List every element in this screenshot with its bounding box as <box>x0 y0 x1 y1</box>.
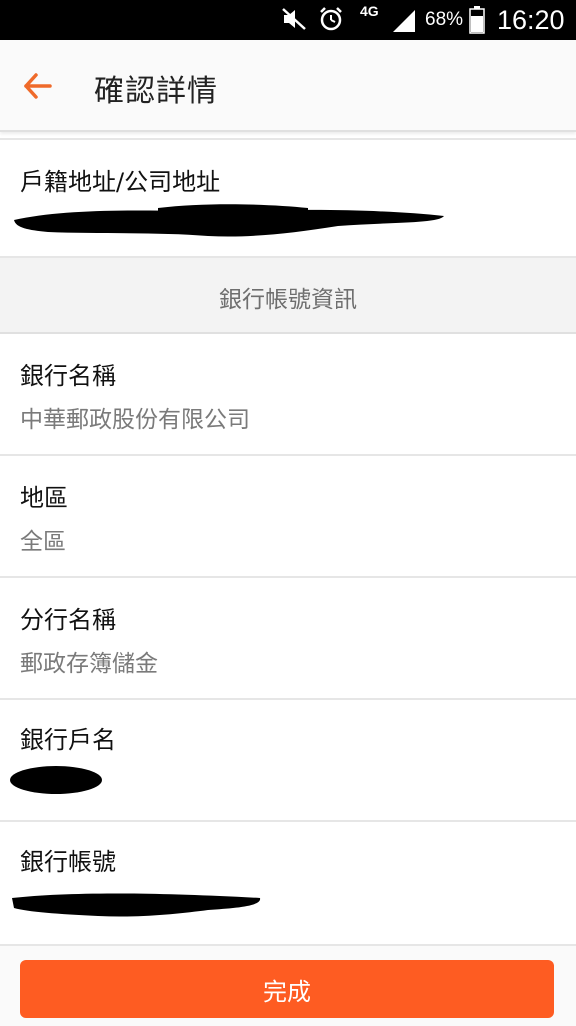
redaction-mark <box>12 893 261 917</box>
account-number-row: 銀行帳號 <box>0 822 576 944</box>
region-label: 地區 <box>20 484 68 512</box>
account-number-label: 銀行帳號 <box>20 848 116 876</box>
bank-name-row: 銀行名稱 中華郵政股份有限公司 <box>0 334 576 456</box>
bank-name-value: 中華郵政股份有限公司 <box>20 407 250 433</box>
address-label: 戶籍地址/公司地址 <box>20 168 221 196</box>
bank-section-header: 銀行帳號資訊 <box>0 258 576 334</box>
address-row: 戶籍地址/公司地址 <box>0 138 576 258</box>
branch-row: 分行名稱 郵政存簿儲金 <box>0 578 576 700</box>
account-holder-label: 銀行戶名 <box>20 726 116 754</box>
bank-name-label: 銀行名稱 <box>20 362 116 390</box>
alarm-icon <box>320 7 342 31</box>
mute-icon <box>282 8 306 30</box>
status-bar: 4G 68% 16:20 <box>0 0 576 40</box>
region-row: 地區 全區 <box>0 456 576 578</box>
redaction-mark <box>14 204 444 237</box>
battery-percent: 68% <box>425 9 464 30</box>
details-list: 戶籍地址/公司地址 銀行帳號資訊 銀行名稱 中華郵政股份有限公司 地區 全區 分… <box>0 138 576 944</box>
branch-value: 郵政存簿儲金 <box>20 651 158 677</box>
region-value: 全區 <box>20 529 66 555</box>
signal-icon <box>393 10 415 32</box>
done-button[interactable]: 完成 <box>20 960 554 1018</box>
bottom-action-bar: 完成 <box>0 944 576 1026</box>
battery-icon <box>469 6 485 34</box>
app-bar: 確認詳情 <box>0 40 576 132</box>
bank-section-title: 銀行帳號資訊 <box>219 287 357 313</box>
branch-label: 分行名稱 <box>20 606 116 634</box>
page-title: 確認詳情 <box>94 74 218 109</box>
account-holder-row: 銀行戶名 <box>0 700 576 822</box>
clock: 16:20 <box>497 5 565 35</box>
network-4g-icon: 4G <box>360 3 379 19</box>
arrow-left-icon[interactable] <box>20 68 56 104</box>
redaction-mark <box>10 766 102 794</box>
